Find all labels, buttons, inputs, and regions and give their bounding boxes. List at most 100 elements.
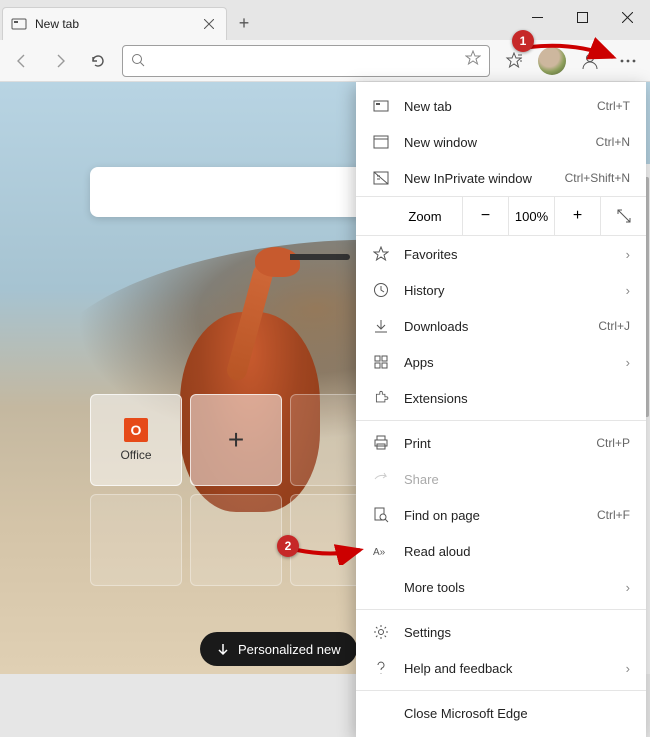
find-icon [372, 506, 390, 524]
menu-print[interactable]: Print Ctrl+P [356, 425, 646, 461]
menu-label: New tab [404, 99, 583, 114]
tile-label: Office [120, 448, 151, 462]
window-controls [515, 0, 650, 34]
plus-icon: + [228, 424, 244, 456]
chip-label: Personalized new [238, 642, 341, 657]
menu-label: Apps [404, 355, 612, 370]
favorite-star-icon[interactable] [465, 50, 481, 71]
office-icon: O [124, 418, 148, 442]
menu-apps[interactable]: Apps › [356, 344, 646, 380]
chevron-right-icon: › [626, 355, 630, 370]
menu-label: Extensions [404, 391, 630, 406]
share-icon [372, 470, 390, 488]
menu-label: New window [404, 135, 582, 150]
new-tab-icon [372, 97, 390, 115]
favorites-icon [372, 245, 390, 263]
background-image [255, 247, 300, 277]
menu-settings[interactable]: Settings [356, 614, 646, 650]
zoom-value: 100% [508, 196, 554, 236]
menu-new-window[interactable]: New window Ctrl+N [356, 124, 646, 160]
menu-separator [356, 420, 646, 421]
menu-label: Help and feedback [404, 661, 612, 676]
menu-shortcut: Ctrl+Shift+N [565, 171, 630, 185]
browser-tab[interactable]: New tab [2, 7, 227, 40]
readaloud-icon: A» [372, 542, 390, 560]
settings-menu: New tab Ctrl+T New window Ctrl+N New InP… [356, 82, 646, 737]
zoom-out-button[interactable]: − [462, 196, 508, 236]
annotation-arrow-2 [292, 535, 372, 565]
menu-label: Share [404, 472, 630, 487]
zoom-label: Zoom [356, 209, 462, 224]
chevron-right-icon: › [626, 661, 630, 676]
menu-shortcut: Ctrl+T [597, 99, 630, 113]
forward-button[interactable] [42, 43, 78, 79]
menu-label: Close Microsoft Edge [404, 706, 630, 721]
menu-read-aloud[interactable]: A» Read aloud [356, 533, 646, 569]
personalized-chip[interactable]: Personalized new [200, 632, 357, 666]
menu-shortcut: Ctrl+N [596, 135, 630, 149]
menu-label: Favorites [404, 247, 612, 262]
search-icon [131, 53, 147, 69]
blank-icon [372, 704, 390, 722]
menu-zoom-row: Zoom − 100% + [356, 196, 646, 236]
annotation-badge-1: 1 [512, 30, 534, 52]
menu-label: History [404, 283, 612, 298]
menu-history[interactable]: History › [356, 272, 646, 308]
menu-label: Read aloud [404, 544, 630, 559]
menu-new-tab[interactable]: New tab Ctrl+T [356, 88, 646, 124]
tab-title: New tab [35, 17, 192, 31]
tab-favicon [11, 16, 27, 32]
window-icon [372, 133, 390, 151]
fullscreen-button[interactable] [600, 196, 646, 236]
puzzle-icon [372, 389, 390, 407]
menu-label: Settings [404, 625, 630, 640]
apps-icon [372, 353, 390, 371]
menu-downloads[interactable]: Downloads Ctrl+J [356, 308, 646, 344]
annotation-arrow-1 [525, 37, 625, 67]
menu-separator [356, 690, 646, 691]
menu-find[interactable]: Find on page Ctrl+F [356, 497, 646, 533]
menu-close-edge[interactable]: Close Microsoft Edge [356, 695, 646, 731]
chevron-right-icon: › [626, 247, 630, 262]
zoom-in-button[interactable]: + [554, 196, 600, 236]
chevron-right-icon: › [626, 580, 630, 595]
menu-extensions[interactable]: Extensions [356, 380, 646, 416]
tab-close-button[interactable] [200, 15, 218, 33]
svg-text:A»: A» [373, 547, 386, 558]
close-window-button[interactable] [605, 0, 650, 34]
tile-empty[interactable] [190, 494, 282, 586]
history-icon [372, 281, 390, 299]
menu-label: Find on page [404, 508, 583, 523]
gear-icon [372, 623, 390, 641]
menu-more-tools[interactable]: More tools › [356, 569, 646, 605]
tile-empty[interactable] [90, 494, 182, 586]
chevron-right-icon: › [626, 283, 630, 298]
minimize-button[interactable] [515, 0, 560, 34]
tile-office[interactable]: O Office [90, 394, 182, 486]
address-bar[interactable] [122, 45, 490, 77]
tile-add[interactable]: + [190, 394, 282, 486]
inprivate-icon [372, 169, 390, 187]
background-image [290, 254, 350, 260]
menu-label: Downloads [404, 319, 584, 334]
menu-inprivate[interactable]: New InPrivate window Ctrl+Shift+N [356, 160, 646, 196]
refresh-button[interactable] [80, 43, 116, 79]
menu-label: More tools [404, 580, 612, 595]
blank-icon [372, 578, 390, 596]
back-button[interactable] [4, 43, 40, 79]
menu-shortcut: Ctrl+P [596, 436, 630, 450]
new-tab-button[interactable]: + [227, 7, 261, 40]
annotation-badge-2: 2 [277, 535, 299, 557]
menu-label: New InPrivate window [404, 171, 551, 186]
print-icon [372, 434, 390, 452]
menu-separator [356, 609, 646, 610]
menu-share: Share [356, 461, 646, 497]
down-arrow-icon [216, 642, 230, 656]
address-input[interactable] [155, 53, 465, 68]
maximize-button[interactable] [560, 0, 605, 34]
help-icon [372, 659, 390, 677]
menu-shortcut: Ctrl+F [597, 508, 630, 522]
menu-shortcut: Ctrl+J [598, 319, 630, 333]
menu-help[interactable]: Help and feedback › [356, 650, 646, 686]
menu-favorites[interactable]: Favorites › [356, 236, 646, 272]
